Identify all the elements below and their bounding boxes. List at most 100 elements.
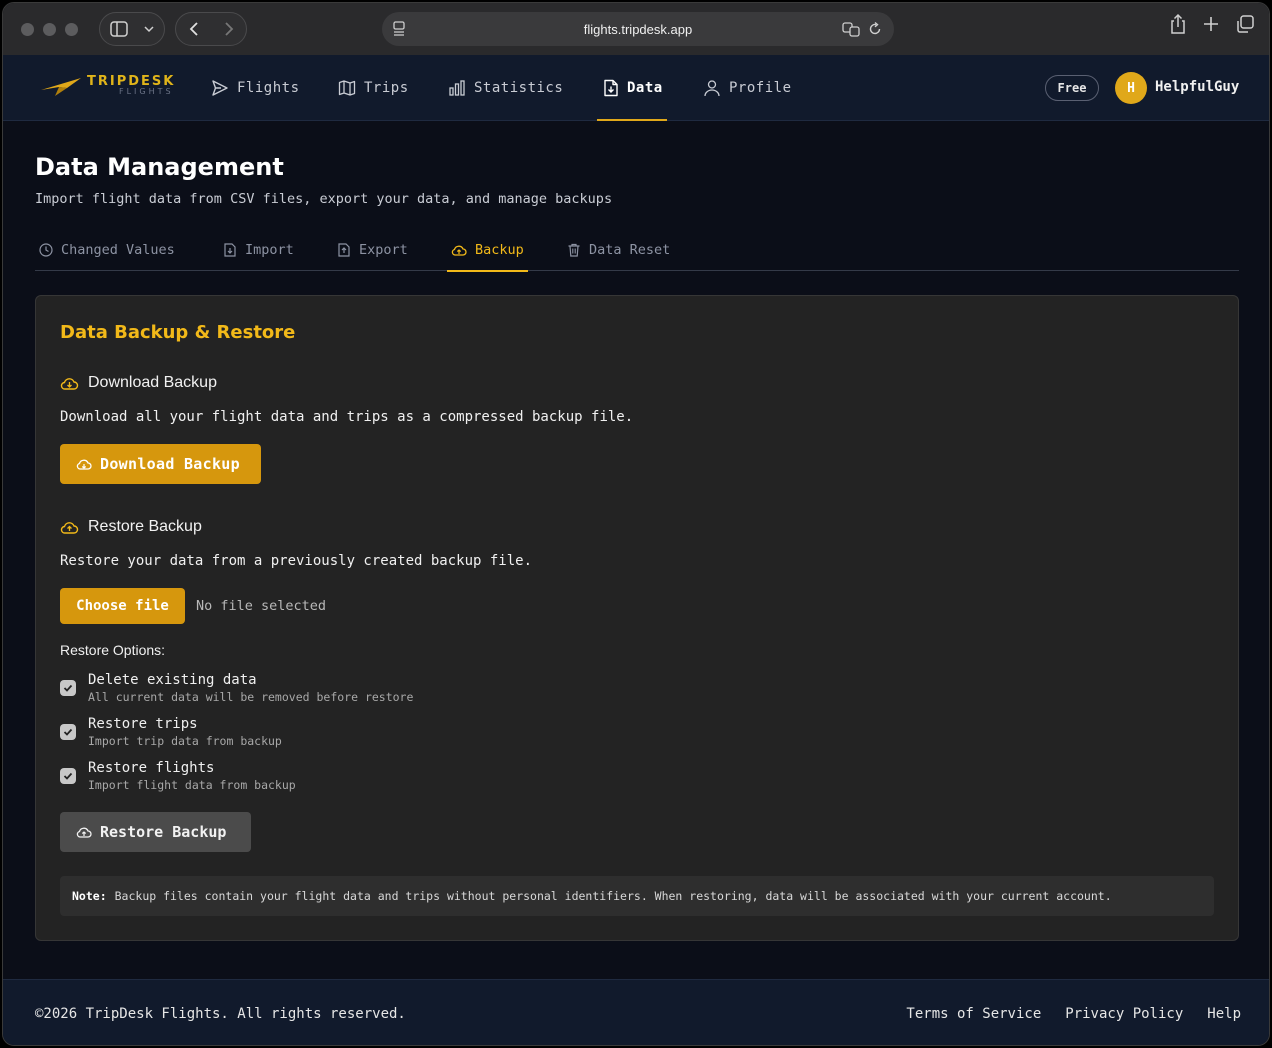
username[interactable]: HelpfulGuy [1155, 79, 1239, 95]
browser-window: flights.tripdesk.app TRIPDESK FLIGHTS Fl… [2, 2, 1270, 1046]
tab-data-reset-label: Data Reset [589, 242, 671, 258]
restore-options-label: Restore Options: [60, 642, 166, 658]
restore-backup-heading-label: Restore Backup [88, 518, 202, 535]
cloud-icon [76, 459, 92, 470]
page-title: Data Management [35, 153, 284, 181]
restore-backup-heading: Restore Backup [60, 518, 202, 536]
option-title: Restore flights [88, 760, 215, 776]
file-export-icon [338, 243, 350, 257]
cloud-icon [76, 827, 92, 838]
back-arrow-icon[interactable] [176, 21, 211, 37]
footer-links: Terms of Service Privacy Policy Help [906, 1006, 1241, 1022]
tab-overview-icon[interactable] [1235, 13, 1255, 35]
plan-badge: Free [1045, 75, 1099, 101]
check-icon [63, 728, 73, 736]
nav-statistics-label: Statistics [474, 80, 564, 96]
clock-icon [39, 243, 53, 257]
choose-file-button[interactable]: Choose file [60, 588, 185, 624]
file-status: No file selected [196, 598, 327, 614]
cloud-download-icon [60, 378, 79, 390]
tab-changed-values[interactable]: Changed Values [39, 229, 175, 271]
copyright: ©2026 TripDesk Flights. All rights reser… [35, 1006, 406, 1022]
file-import-icon [224, 243, 236, 257]
download-backup-description: Download all your flight data and trips … [60, 409, 634, 425]
nav-statistics[interactable]: Statistics [448, 55, 563, 121]
nav-flights-label: Flights [237, 80, 300, 96]
avatar[interactable]: H [1115, 72, 1147, 104]
nav-trips-label: Trips [364, 80, 409, 96]
backup-restore-card: Data Backup & Restore Download Backup Do… [35, 295, 1239, 941]
sidebar-toggle-group [99, 12, 165, 46]
browser-actions [1169, 13, 1255, 35]
option-title: Restore trips [88, 716, 198, 732]
chevron-down-icon[interactable] [138, 25, 160, 33]
nav-profile-label: Profile [729, 80, 792, 96]
site-footer: ©2026 TripDesk Flights. All rights reser… [3, 979, 1269, 1045]
nav-data[interactable]: Data [597, 55, 667, 121]
data-tabs: Changed Values Import Export Backup Data… [35, 229, 1239, 272]
minimize-window-button[interactable] [43, 22, 56, 36]
option-title: Delete existing data [88, 672, 257, 688]
tab-import[interactable]: Import [223, 229, 294, 271]
reload-icon[interactable] [868, 21, 882, 37]
zoom-window-button[interactable] [65, 22, 78, 36]
file-download-icon [604, 79, 618, 97]
send-icon [212, 80, 228, 96]
page-content: Data Management Import flight data from … [3, 121, 1269, 979]
option-description: All current data will be removed before … [88, 690, 414, 704]
card-title: Data Backup & Restore [60, 322, 296, 343]
share-icon[interactable] [1169, 13, 1187, 35]
url-text: flights.tripdesk.app [583, 21, 693, 37]
app-header: TRIPDESK FLIGHTS Flights Trips Statistic… [3, 55, 1269, 121]
tab-backup[interactable]: Backup [447, 229, 528, 272]
browser-toolbar: flights.tripdesk.app [3, 3, 1269, 55]
sidebar-icon[interactable] [100, 21, 138, 37]
tab-backup-label: Backup [475, 242, 524, 258]
delete-existing-checkbox[interactable] [60, 680, 76, 696]
check-icon [63, 772, 73, 780]
terms-link[interactable]: Terms of Service [906, 1006, 1041, 1022]
download-backup-button-label: Download Backup [100, 455, 240, 473]
check-icon [63, 684, 73, 692]
nav-profile[interactable]: Profile [703, 55, 792, 121]
note-label: Note: [72, 889, 107, 903]
user-icon [704, 80, 720, 97]
bar-chart-icon [449, 80, 465, 96]
option-description: Import flight data from backup [88, 778, 296, 792]
download-backup-heading-label: Download Backup [88, 374, 217, 391]
nav-data-label: Data [627, 80, 663, 96]
new-tab-icon[interactable] [1201, 13, 1221, 35]
tab-export[interactable]: Export [337, 229, 408, 271]
nav-trips[interactable]: Trips [338, 55, 409, 121]
plane-logo-icon [41, 77, 81, 96]
tab-import-label: Import [245, 242, 294, 258]
page-subtitle: Import flight data from CSV files, expor… [35, 191, 613, 207]
map-icon [338, 80, 356, 96]
close-window-button[interactable] [21, 22, 34, 36]
window-controls [21, 22, 78, 36]
restore-backup-button[interactable]: Restore Backup [60, 812, 251, 852]
page-menu-icon[interactable] [392, 21, 406, 37]
brand-logo[interactable]: TRIPDESK FLIGHTS [41, 75, 175, 96]
cloud-icon [451, 245, 467, 256]
option-description: Import trip data from backup [88, 734, 282, 748]
download-backup-heading: Download Backup [60, 374, 217, 392]
restore-backup-button-label: Restore Backup [100, 823, 227, 841]
help-link[interactable]: Help [1207, 1006, 1241, 1022]
history-nav-group [175, 12, 247, 46]
nav-flights[interactable]: Flights [211, 55, 300, 121]
tab-changed-values-label: Changed Values [61, 242, 175, 258]
restore-flights-checkbox[interactable] [60, 768, 76, 784]
privacy-link[interactable]: Privacy Policy [1065, 1006, 1183, 1022]
tab-export-label: Export [359, 242, 408, 258]
address-bar[interactable]: flights.tripdesk.app [382, 12, 894, 46]
restore-trips-checkbox[interactable] [60, 724, 76, 740]
tab-data-reset[interactable]: Data Reset [567, 229, 670, 271]
note-text: Backup files contain your flight data an… [114, 889, 1112, 903]
backup-note: Note: Backup files contain your flight d… [60, 876, 1214, 916]
translate-icon[interactable] [842, 21, 860, 37]
restore-backup-description: Restore your data from a previously crea… [60, 553, 533, 569]
cloud-upload-icon [60, 522, 79, 534]
download-backup-button[interactable]: Download Backup [60, 444, 261, 484]
forward-arrow-icon[interactable] [211, 21, 246, 37]
